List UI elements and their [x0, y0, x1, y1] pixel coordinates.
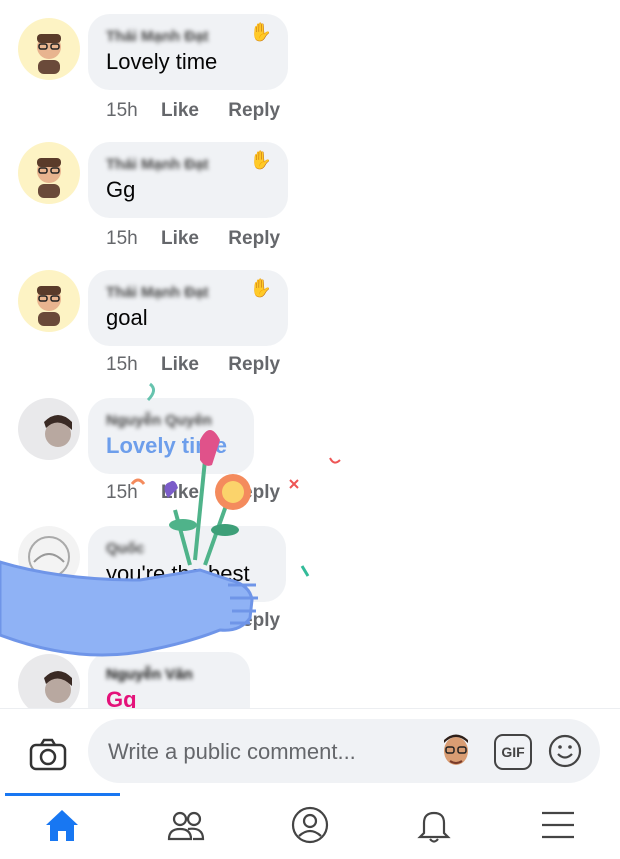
- friends-icon[interactable]: [166, 805, 206, 845]
- comment-text: goal: [106, 305, 148, 330]
- active-tab-indicator: [5, 793, 120, 796]
- menu-icon[interactable]: [538, 805, 578, 845]
- comment-actions: 15h Like Reply: [106, 354, 280, 376]
- like-button[interactable]: Like: [161, 228, 199, 249]
- wave-icon: ✋: [249, 150, 272, 170]
- avatar[interactable]: [18, 18, 80, 80]
- comment-author[interactable]: Thái Mạnh Đạt: [106, 154, 270, 176]
- comment-time: 15h: [106, 354, 138, 375]
- avatar[interactable]: [18, 526, 80, 588]
- comment-time: 15h: [106, 100, 138, 121]
- comment-author[interactable]: Thái Mạnh Đạt: [106, 282, 270, 304]
- comment-actions: 15h Like Reply: [106, 100, 280, 122]
- memoji-avatar-icon: [37, 286, 61, 326]
- bell-icon[interactable]: [414, 805, 454, 845]
- comment-actions: 15h Like Reply: [106, 482, 280, 504]
- comment-text: Lovely time: [106, 433, 228, 458]
- like-button[interactable]: Like: [161, 100, 199, 121]
- avatar[interactable]: [18, 654, 80, 708]
- comment-text: you're the best: [106, 561, 250, 586]
- like-button[interactable]: Like: [161, 482, 199, 503]
- profile-photo-icon: [44, 415, 72, 447]
- comment-author[interactable]: Quốc: [106, 538, 268, 560]
- reply-button[interactable]: Reply: [228, 100, 280, 121]
- profile-photo-icon: [28, 536, 70, 578]
- bottom-tab-bar: [0, 793, 620, 859]
- comment-bubble[interactable]: Nguyễn Văn Gg: [88, 652, 250, 708]
- wave-icon: ✋: [249, 22, 272, 42]
- memoji-avatar-icon: [37, 158, 61, 198]
- reply-button[interactable]: Reply: [228, 482, 280, 503]
- comment-actions: 15h Like Reply: [106, 610, 280, 632]
- camera-icon[interactable]: [28, 737, 68, 773]
- comment-text: Gg: [106, 177, 136, 202]
- comment-time: 15h: [106, 228, 138, 249]
- comment-actions: 15h Like Reply: [106, 228, 280, 250]
- comment-time: 15h: [106, 482, 138, 503]
- comment-input-container: GIF: [88, 719, 600, 783]
- reply-button[interactable]: Reply: [228, 228, 280, 249]
- comment-author[interactable]: Nguyễn Quyên: [106, 410, 236, 432]
- avatar[interactable]: [18, 142, 80, 204]
- comment-bubble[interactable]: Quốc you're the best: [88, 526, 286, 602]
- avatar-sticker-icon[interactable]: [438, 731, 474, 771]
- home-icon[interactable]: [42, 805, 82, 845]
- emoji-icon[interactable]: [547, 733, 583, 769]
- reply-button[interactable]: Reply: [228, 354, 280, 375]
- profile-photo-icon: [44, 671, 72, 703]
- avatar[interactable]: [18, 398, 80, 460]
- comment-author[interactable]: Nguyễn Văn: [106, 664, 232, 686]
- comment-bubble[interactable]: Thái Mạnh Đạt ✋ Lovely time: [88, 14, 288, 90]
- wave-icon: ✋: [249, 278, 272, 298]
- comment-time: 15h: [106, 610, 138, 631]
- like-button[interactable]: Like: [161, 354, 199, 375]
- gif-button[interactable]: GIF: [494, 734, 532, 770]
- comment-text: Lovely time: [106, 49, 218, 74]
- comment-item: Nguyễn Văn Gg: [0, 652, 620, 708]
- avatar[interactable]: [18, 270, 80, 332]
- comment-bubble[interactable]: Nguyễn Quyên Lovely time: [88, 398, 254, 474]
- reply-button[interactable]: Reply: [228, 610, 280, 631]
- comment-composer: GIF: [0, 708, 620, 794]
- memoji-avatar-icon: [37, 34, 61, 74]
- like-button[interactable]: Like: [161, 610, 199, 631]
- comment-author[interactable]: Thái Mạnh Đạt: [106, 26, 270, 48]
- comment-bubble[interactable]: Thái Mạnh Đạt ✋ Gg: [88, 142, 288, 218]
- comment-input[interactable]: [106, 731, 430, 773]
- profile-icon[interactable]: [290, 805, 330, 845]
- comment-text: Gg: [106, 687, 137, 708]
- comment-bubble[interactable]: Thái Mạnh Đạt ✋ goal: [88, 270, 288, 346]
